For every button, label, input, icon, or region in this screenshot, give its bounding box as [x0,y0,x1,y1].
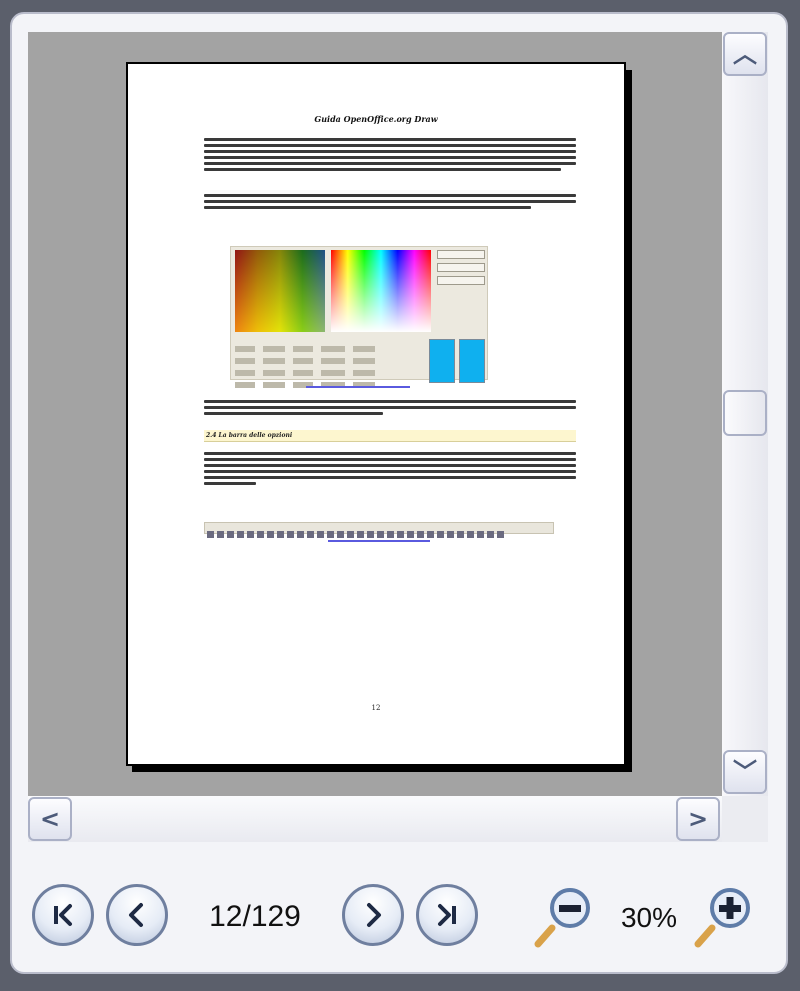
color-spectrum [331,250,431,332]
section-heading: 2.4 La barra delle opzioni [204,430,576,442]
zoom-in-icon[interactable] [692,884,758,950]
scrollbar-corner [722,796,768,842]
vertical-scrollbar[interactable]: ︿ ﹀ [722,32,768,796]
color-swatch-new [459,339,485,383]
last-page-button[interactable] [416,884,478,946]
vertical-scroll-thumb[interactable] [723,390,767,436]
first-page-button[interactable] [32,884,94,946]
scroll-up-button[interactable]: ︿ [723,32,767,76]
next-page-icon [367,903,381,927]
scroll-down-button[interactable]: ﹀ [723,750,767,794]
figure-field-row [235,337,431,352]
paragraph-2 [204,192,576,212]
chevron-left-icon: < [39,805,61,833]
color-dialog-figure [230,246,488,388]
color-palette [235,250,325,332]
page-viewport[interactable]: Guida OpenOffice.org Draw 2.4 La barra d… [28,32,722,796]
figure-caption [306,386,410,388]
figure-field-row [235,361,431,376]
paragraph-1 [204,136,576,174]
first-page-icon [54,904,72,926]
last-page-icon [438,904,456,926]
chevron-right-icon: > [687,805,709,833]
zoom-out-icon[interactable] [532,884,598,950]
page-counter: 12/129 [209,900,301,933]
navigation-bar: 12/129 30% [0,860,800,970]
paragraph-4 [204,450,576,488]
toolbar-caption [328,540,430,542]
paragraph-3 [204,398,576,418]
options-toolbar-figure [204,522,554,538]
horizontal-scrollbar[interactable]: < > [28,796,722,842]
document-title: Guida OpenOffice.org Draw [314,114,438,124]
color-swatch-old [429,339,455,383]
figure-ok-button [437,250,485,259]
scroll-left-button[interactable]: < [28,797,72,841]
zoom-level: 30% [620,902,678,933]
page-footer-number: 12 [371,704,381,712]
next-page-button[interactable] [342,884,404,946]
document-page: Guida OpenOffice.org Draw 2.4 La barra d… [126,62,626,766]
figure-field-row [235,349,431,364]
figure-help-button [437,276,485,285]
section-heading-text: 2.4 La barra delle opzioni [206,432,293,439]
chevron-down-icon: ﹀ [733,758,757,786]
previous-page-button[interactable] [106,884,168,946]
chevron-up-icon: ︿ [733,40,757,68]
figure-field-row [235,373,431,388]
figure-cancel-button [437,263,485,272]
previous-page-icon [129,903,143,927]
scroll-right-button[interactable]: > [676,797,720,841]
